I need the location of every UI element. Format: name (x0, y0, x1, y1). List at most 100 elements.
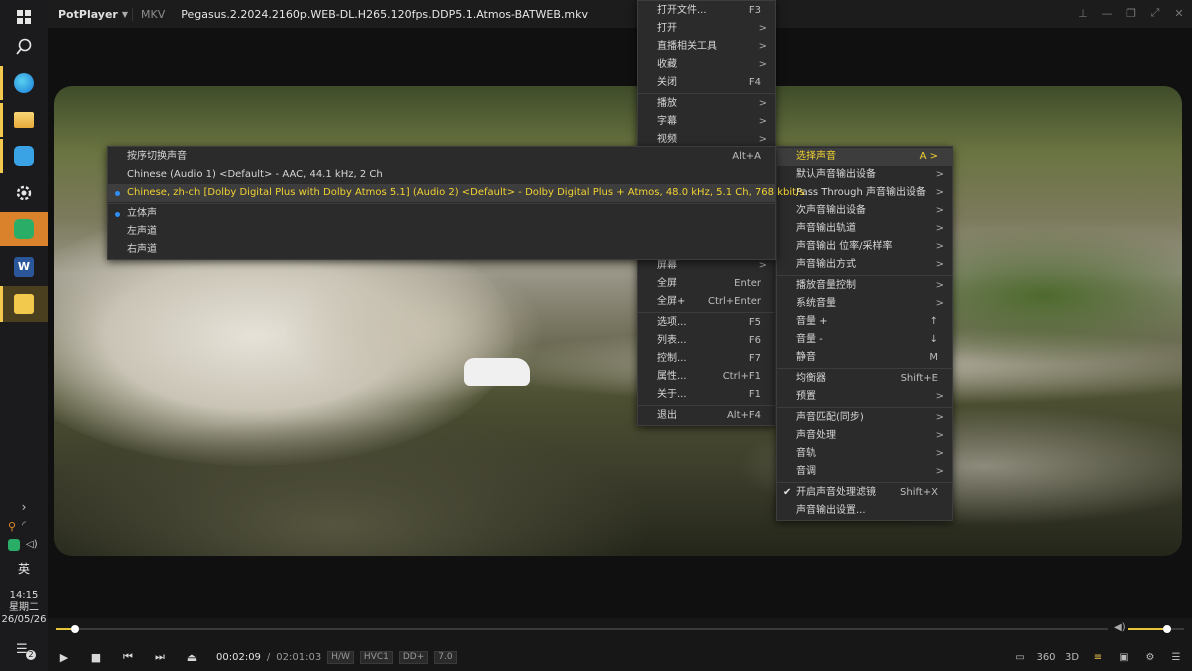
menu-item-label: 系统音量 (796, 298, 836, 309)
restore-icon[interactable]: ❐ (1124, 6, 1138, 20)
audio-menu-item[interactable]: 声音输出轨道 > (777, 220, 952, 238)
menu-item-label: 视频 (657, 134, 677, 145)
seek-bar[interactable] (56, 625, 1108, 633)
cast-icon[interactable]: ▭ (1010, 652, 1030, 663)
select-audio-menu-item[interactable]: Chinese, zh-ch [Dolby Digital Plus with … (108, 184, 805, 202)
menu-item-label: 声音输出 位率/采样率 (796, 241, 893, 252)
submenu-arrow-icon: > (935, 466, 944, 477)
audio-menu-item[interactable]: 音轨 > (777, 445, 952, 463)
volume-handle[interactable] (1163, 625, 1172, 633)
main-menu-item[interactable]: 打开文件... F3 (638, 2, 775, 20)
playlist-icon[interactable]: ▣ (1114, 652, 1134, 663)
main-menu-item[interactable]: 关闭 F4 (638, 74, 775, 92)
audio-menu-item[interactable]: 音调 > (777, 463, 952, 481)
edge-browser-icon[interactable] (0, 66, 48, 100)
audio-menu-item[interactable]: 均衡器 Shift+E (777, 370, 952, 388)
ime-indicator[interactable]: 英 (0, 560, 48, 577)
pin-icon[interactable]: ⊥ (1076, 6, 1090, 20)
main-menu-item[interactable]: 列表... F6 (638, 332, 775, 350)
word-icon[interactable]: W (0, 250, 48, 284)
speaker-icon[interactable]: ◀) (1114, 622, 1126, 633)
audio-menu-item[interactable]: 播放音量控制 > (777, 277, 952, 295)
select-audio-menu-item[interactable]: 右声道 (108, 241, 775, 259)
audio-menu-item[interactable]: 声音输出方式 > (777, 256, 952, 274)
select-audio-menu-item[interactable]: 立体声 (108, 205, 775, 223)
menu-icon[interactable]: ☰ (1166, 652, 1186, 663)
search-icon[interactable] (0, 30, 48, 64)
stop-icon[interactable]: ■ (80, 647, 112, 667)
audio-menu-item[interactable]: 声音输出设置... (777, 502, 952, 520)
menu-separator (638, 312, 775, 313)
menu-item-label: 声音输出设置... (796, 505, 866, 516)
notification-icon[interactable]: ☰ 2 (16, 642, 36, 660)
title-bar[interactable]: PotPlayer ▼ MKV Pegasus.2.2024.2160p.WEB… (48, 0, 1192, 28)
main-menu-item[interactable]: 字幕 > (638, 113, 775, 131)
tray-chevron-icon[interactable]: › (0, 500, 48, 514)
volume-icon[interactable]: ◁) (26, 539, 38, 551)
close-icon[interactable]: ✕ (1172, 6, 1186, 20)
vr-360-button[interactable]: 360 (1036, 652, 1056, 663)
select-audio-menu-item[interactable]: Chinese (Audio 1) <Default> - AAC, 44.1 … (108, 166, 775, 184)
current-time[interactable]: 00:02:09 (216, 652, 261, 663)
audio-menu-item[interactable]: 预置 > (777, 388, 952, 406)
3d-button[interactable]: 3D (1062, 652, 1082, 663)
eject-icon[interactable]: ⏏ (176, 647, 208, 667)
main-menu-item[interactable]: 关于... F1 (638, 386, 775, 404)
main-menu-item[interactable]: 属性... Ctrl+F1 (638, 368, 775, 386)
codec-badge[interactable]: HVC1 (359, 650, 393, 664)
submenu-arrow-icon: > (935, 205, 944, 216)
play-icon[interactable]: ▶ (48, 647, 80, 667)
select-audio-menu-item[interactable]: 左声道 (108, 223, 775, 241)
total-time[interactable]: 02:01:03 (276, 652, 321, 663)
settings-gear-icon[interactable] (0, 176, 48, 210)
audio-menu-item[interactable]: 系统音量 > (777, 295, 952, 313)
audio-menu-item[interactable]: 音量 - ↓ (777, 331, 952, 349)
audio-menu-item[interactable]: 默认声音输出设备 > (777, 166, 952, 184)
fullscreen-icon[interactable]: ⤢ (1148, 6, 1162, 20)
settings-icon[interactable]: ⚙ (1140, 652, 1160, 663)
minimize-icon[interactable]: — (1100, 6, 1114, 20)
main-menu-item[interactable]: 直播相关工具 > (638, 38, 775, 56)
channels-badge[interactable]: 7.0 (434, 650, 457, 664)
main-menu-item[interactable]: 选项... F5 (638, 314, 775, 332)
main-menu-item[interactable]: 收藏 > (638, 56, 775, 74)
main-menu-item[interactable]: 播放 > (638, 95, 775, 113)
sync-app-icon[interactable] (0, 139, 48, 173)
main-menu-item[interactable]: 退出 Alt+F4 (638, 407, 775, 425)
file-explorer-icon[interactable] (0, 103, 48, 137)
file-name: Pegasus.2.2024.2160p.WEB-DL.H265.120fps.… (181, 7, 589, 21)
previous-icon[interactable]: ⏮ (112, 647, 144, 667)
hw-badge[interactable]: H/W (327, 650, 354, 664)
seek-handle[interactable] (70, 625, 79, 633)
select-audio-menu-item[interactable]: 按序切换声音 Alt+A (108, 148, 775, 166)
menu-item-shortcut: Shift+X (900, 487, 938, 498)
format-label: MKV (132, 7, 173, 21)
audio-menu-item[interactable]: 次声音输出设备 > (777, 202, 952, 220)
menu-item-label: 音量 + (796, 316, 828, 327)
tray-key-icon[interactable]: ⚲ (8, 520, 16, 533)
audio-menu-item[interactable]: 声音输出 位率/采样率 > (777, 238, 952, 256)
wifi-icon[interactable]: ◜ (22, 520, 26, 533)
clock[interactable]: 14:15 星期二 26/05/26 (0, 590, 48, 626)
main-menu-item[interactable]: 全屏 Enter (638, 275, 775, 293)
app-menu-chevron-icon[interactable]: ▼ (122, 10, 128, 19)
main-menu-item[interactable]: 全屏+ Ctrl+Enter (638, 293, 775, 311)
equalizer-icon[interactable]: ≡ (1088, 652, 1108, 663)
audio-codec-badge[interactable]: DD+ (398, 650, 429, 664)
audio-menu-item[interactable]: 选择声音 A > (777, 148, 952, 166)
main-menu-item[interactable]: 控制... F7 (638, 350, 775, 368)
audio-menu-item[interactable]: ✔ 开启声音处理滤镜 Shift+X (777, 484, 952, 502)
volume-slider[interactable] (1128, 625, 1184, 633)
wechat-icon[interactable] (0, 212, 48, 246)
app-name[interactable]: PotPlayer (48, 8, 128, 21)
main-menu-item[interactable]: 打开 > (638, 20, 775, 38)
audio-menu-item[interactable]: 音量 + ↑ (777, 313, 952, 331)
tray-wechat-icon[interactable] (8, 539, 20, 551)
control-bar: ◀) ▶ ■ ⏮ ⏭ ⏏ 00:02:09 / 02:01:03 H/W HVC… (48, 618, 1192, 671)
audio-menu-item[interactable]: 声音处理 > (777, 427, 952, 445)
audio-menu-item[interactable]: 声音匹配(同步) > (777, 409, 952, 427)
audio-menu-item[interactable]: 静音 M (777, 349, 952, 367)
windows-start-icon[interactable] (0, 0, 48, 34)
potplayer-taskbar-icon[interactable] (0, 286, 48, 322)
next-icon[interactable]: ⏭ (144, 647, 176, 667)
